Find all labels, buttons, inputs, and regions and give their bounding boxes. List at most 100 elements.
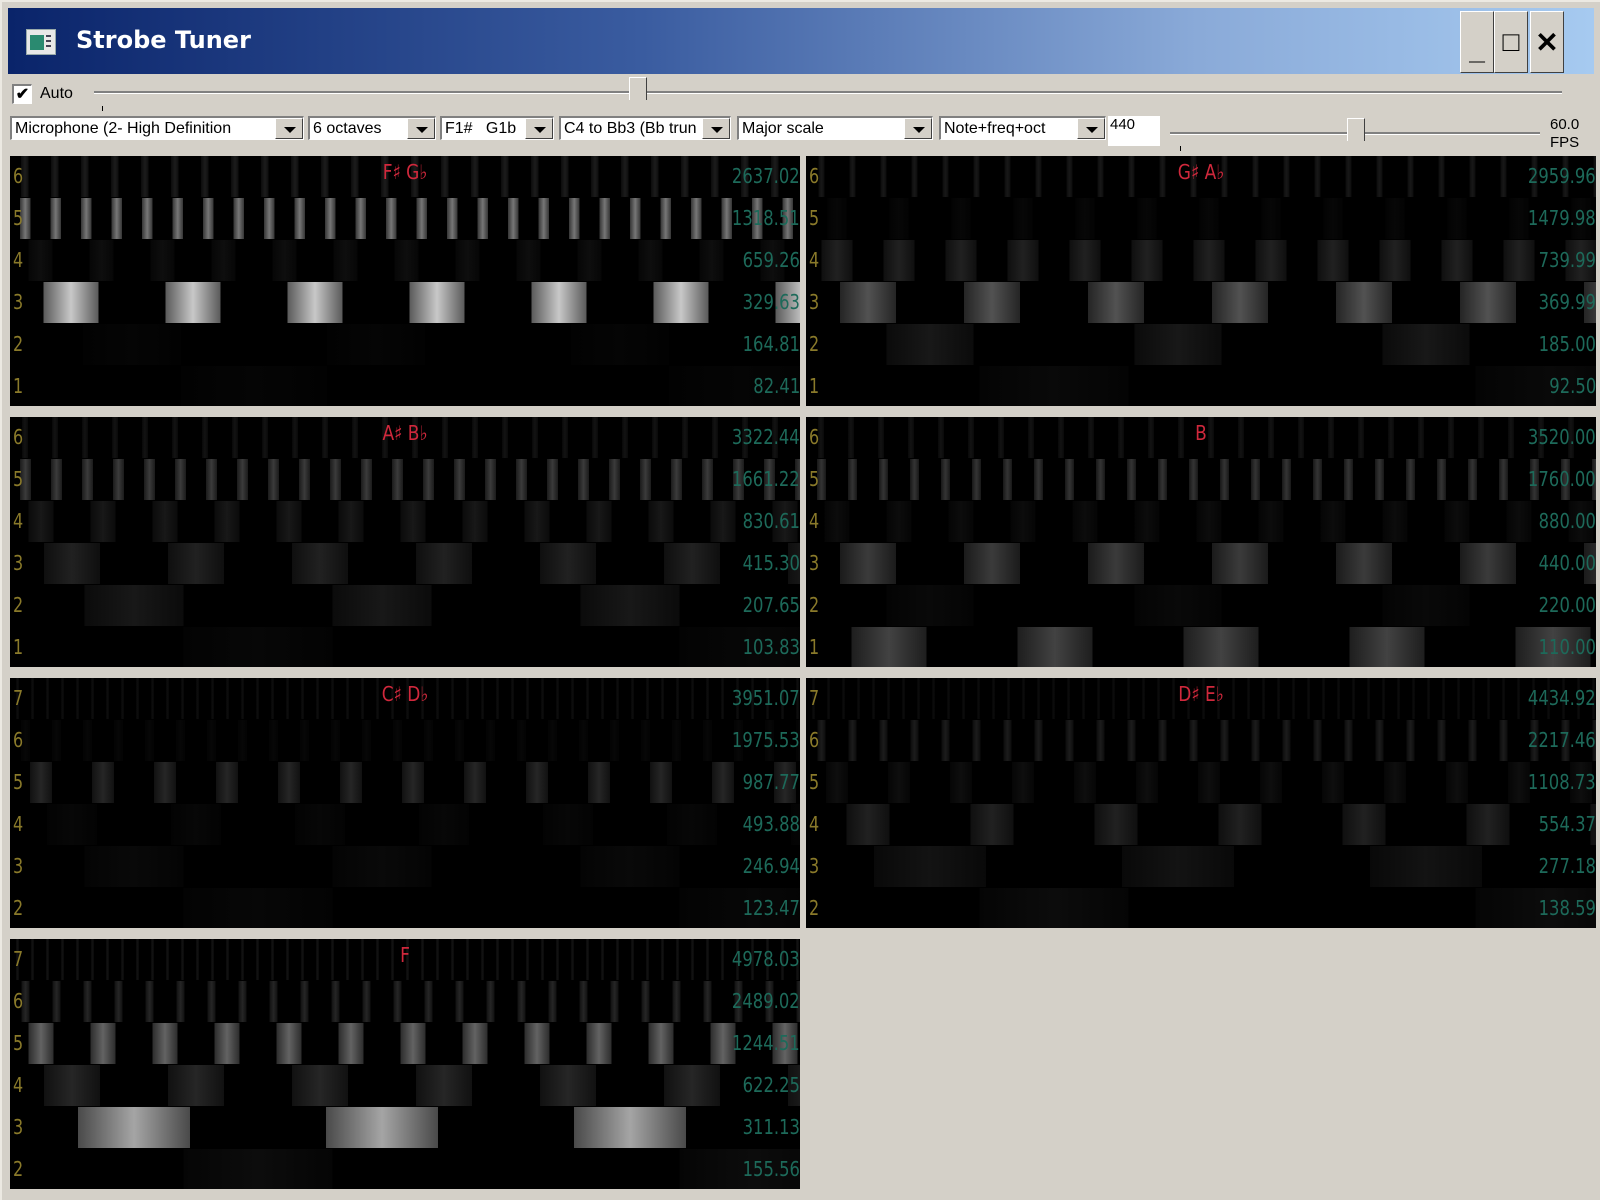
range-select[interactable]: 6 octaves bbox=[308, 116, 436, 140]
strobe-panel: 7 4978.03 6 2489.02 5 1244.51 4 622.25 3 311.13 2 1… bbox=[10, 939, 800, 1189]
frequency-label: 1661.22 bbox=[732, 467, 800, 491]
minimize-icon: _ bbox=[1469, 34, 1485, 65]
strobe-band bbox=[806, 324, 1596, 365]
frequency-label: 207.65 bbox=[742, 593, 800, 617]
frequency-label: 1108.73 bbox=[1528, 770, 1596, 794]
octave-label: 5 bbox=[13, 1031, 24, 1055]
frequency-label: 92.50 bbox=[1549, 374, 1596, 398]
frequency-label: 123.47 bbox=[742, 896, 800, 920]
strobe-band bbox=[10, 762, 800, 803]
strobe-band bbox=[10, 324, 800, 365]
close-button[interactable]: ✕ bbox=[1530, 11, 1564, 73]
chevron-down-icon[interactable] bbox=[275, 118, 303, 139]
note-name-label: D♯ E♭ bbox=[1178, 682, 1224, 706]
close-icon: ✕ bbox=[1535, 26, 1559, 58]
strobe-band bbox=[10, 282, 800, 323]
note-name-label: G♯ A♭ bbox=[1177, 160, 1225, 184]
chevron-down-icon[interactable] bbox=[904, 118, 932, 139]
octave-label: 3 bbox=[809, 290, 820, 314]
strobe-band bbox=[10, 1023, 800, 1064]
frequency-label: 311.13 bbox=[742, 1115, 800, 1139]
frequency-label: 659.26 bbox=[742, 248, 800, 272]
strobe-band bbox=[806, 543, 1596, 584]
frequency-label: 880.00 bbox=[1538, 509, 1596, 533]
octave-label: 1 bbox=[13, 374, 24, 398]
strobe-band bbox=[10, 543, 800, 584]
octave-label: 5 bbox=[809, 206, 820, 230]
top-slider-thumb[interactable] bbox=[629, 77, 648, 109]
title-bar[interactable]: Strobe Tuner _ □ ✕ bbox=[8, 8, 1594, 74]
octave-label: 6 bbox=[13, 989, 24, 1013]
fps-label: FPS bbox=[1550, 134, 1580, 151]
app-icon[interactable] bbox=[26, 29, 56, 55]
note-name-label: F♯ G♭ bbox=[382, 160, 428, 184]
maximize-button[interactable]: □ bbox=[1494, 11, 1528, 73]
display-mode-select[interactable]: Note+freq+oct bbox=[939, 116, 1106, 140]
frequency-label: 277.18 bbox=[1538, 854, 1596, 878]
top-slider-track[interactable] bbox=[94, 91, 1562, 94]
octave-label: 4 bbox=[809, 812, 820, 836]
strobe-band bbox=[10, 720, 800, 761]
scale-select[interactable]: Major scale bbox=[737, 116, 933, 140]
reference-frequency-input[interactable]: 440 bbox=[1108, 116, 1160, 146]
strobe-panel: 7 4434.92 6 2217.46 5 1108.73 4 554.37 3 277.18 2 1… bbox=[806, 678, 1596, 928]
strobe-band bbox=[10, 1065, 800, 1106]
note-select[interactable]: F1# G1b bbox=[440, 116, 554, 140]
octave-label: 4 bbox=[13, 1073, 24, 1097]
auto-label: Auto bbox=[40, 85, 73, 102]
frequency-label: 493.88 bbox=[742, 812, 800, 836]
frequency-label: 3951.07 bbox=[732, 686, 800, 710]
frequency-label: 2489.02 bbox=[732, 989, 800, 1013]
note-name-label: F bbox=[400, 943, 410, 967]
frequency-label: 110.00 bbox=[1538, 635, 1596, 659]
octave-label: 3 bbox=[13, 854, 24, 878]
strobe-panel: 7 3951.07 6 1975.53 5 987.77 4 493.88 3 246.94 2 12… bbox=[10, 678, 800, 928]
octave-label: 4 bbox=[13, 248, 24, 272]
octave-label: 6 bbox=[13, 728, 24, 752]
frequency-label: 3520.00 bbox=[1528, 425, 1596, 449]
input-device-select[interactable]: Microphone (2- High Definition bbox=[10, 116, 304, 140]
note-name-label: A♯ B♭ bbox=[382, 421, 428, 445]
octave-label: 1 bbox=[809, 635, 820, 659]
chevron-down-icon[interactable] bbox=[1077, 118, 1105, 139]
chevron-down-icon[interactable] bbox=[525, 118, 553, 139]
frequency-label: 3322.44 bbox=[732, 425, 800, 449]
octave-label: 3 bbox=[13, 551, 24, 575]
auto-checkbox[interactable]: ✔ bbox=[12, 84, 32, 104]
frequency-label: 4978.03 bbox=[732, 947, 800, 971]
octave-label: 3 bbox=[13, 290, 24, 314]
octave-label: 2 bbox=[809, 593, 820, 617]
strobe-band bbox=[10, 240, 800, 281]
strobe-band bbox=[806, 366, 1596, 406]
transpose-value: C4 to Bb3 (Bb trun bbox=[564, 120, 697, 137]
strobe-band bbox=[806, 888, 1596, 928]
strobe-band bbox=[806, 585, 1596, 626]
chevron-down-icon[interactable] bbox=[407, 118, 435, 139]
strobe-band bbox=[10, 846, 800, 887]
strobe-band bbox=[10, 459, 800, 500]
maximize-icon: □ bbox=[1502, 26, 1520, 57]
octave-label: 4 bbox=[809, 248, 820, 272]
fps-value: 60.0 bbox=[1550, 116, 1580, 133]
strobe-panel: 6 2959.96 5 1479.98 4 739.99 3 369.99 2 185.00 1 92… bbox=[806, 156, 1596, 406]
octave-label: 1 bbox=[13, 635, 24, 659]
frequency-label: 369.99 bbox=[1538, 290, 1596, 314]
note-name-label: C♯ D♭ bbox=[381, 682, 429, 706]
strobe-band bbox=[806, 762, 1596, 803]
octave-label: 5 bbox=[13, 770, 24, 794]
frequency-label: 220.00 bbox=[1538, 593, 1596, 617]
frequency-label: 2959.96 bbox=[1528, 164, 1596, 188]
transpose-select[interactable]: C4 to Bb3 (Bb trun bbox=[559, 116, 731, 140]
scale-value: Major scale bbox=[742, 120, 824, 137]
frequency-label: 830.61 bbox=[742, 509, 800, 533]
frequency-label: 1975.53 bbox=[732, 728, 800, 752]
chevron-down-icon[interactable] bbox=[702, 118, 730, 139]
check-icon: ✔ bbox=[15, 86, 30, 103]
fps-slider-thumb[interactable] bbox=[1347, 118, 1365, 150]
frequency-label: 4434.92 bbox=[1528, 686, 1596, 710]
octave-label: 6 bbox=[809, 728, 820, 752]
frequency-label: 1760.00 bbox=[1528, 467, 1596, 491]
strobe-band bbox=[806, 720, 1596, 761]
minimize-button[interactable]: _ bbox=[1460, 11, 1494, 73]
strobe-band bbox=[806, 501, 1596, 542]
